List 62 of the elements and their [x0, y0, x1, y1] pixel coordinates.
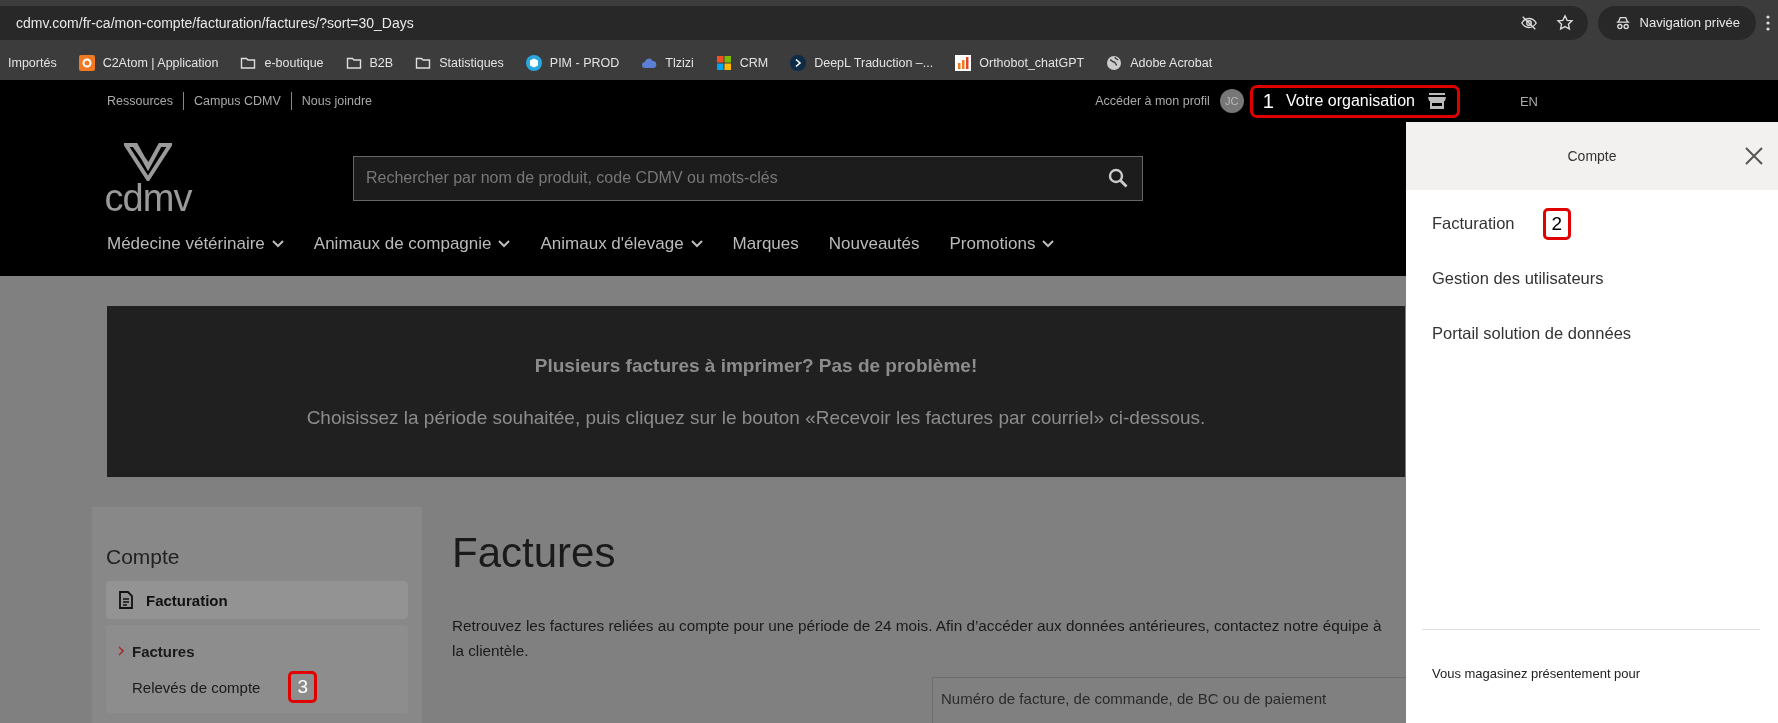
nav-menu-item[interactable]: Animaux d'élevage [540, 234, 703, 254]
drawer-title: Compte [1567, 148, 1617, 164]
url-text: cdmv.com/fr-ca/mon-compte/facturation/factures/?sort=30_Days [16, 14, 415, 31]
annotation-number: 3 [288, 671, 317, 703]
organization-label: Votre organisation [1285, 92, 1415, 110]
utility-link[interactable]: Nous joindre [290, 92, 382, 110]
cube-icon [525, 54, 542, 71]
chevron-down-icon [498, 240, 511, 248]
profile-link[interactable]: Accéder à mon profil [1095, 94, 1210, 108]
private-browsing-button[interactable]: Navigation privée [1597, 5, 1756, 40]
logo-text: cdmv [104, 181, 192, 215]
chart-icon [955, 54, 972, 71]
bookmark[interactable]: C2Atom | Application [78, 54, 219, 71]
store-icon [1426, 92, 1447, 110]
logo-mark-icon [124, 141, 172, 181]
chevron-down-icon [690, 240, 703, 248]
search-field[interactable]: Rechercher par nom de produit, code CDMV ou mots-clés [353, 155, 1143, 201]
address-bar[interactable]: cdmv.com/fr-ca/mon-compte/facturation/factures/?sort=30_Days [0, 5, 1588, 40]
sidebar-section[interactable]: Facturation [106, 581, 408, 619]
bookmark[interactable]: e-boutique [240, 54, 324, 71]
utility-link[interactable]: Campus CDMV [183, 92, 291, 110]
nav-menu-item[interactable]: Animaux de compagnie [313, 234, 511, 254]
banner-title: Plusieurs factures à imprimer? Pas de problème! [534, 354, 978, 377]
nav-menu-item[interactable]: Marques [732, 234, 799, 254]
star-icon[interactable] [1555, 13, 1574, 32]
nav-menu-item[interactable]: Médecine vétérinaire [107, 234, 284, 254]
banner-text: Choisissez la période souhaitée, puis cliquez sur le bouton «Recevoir les factures par courriel» ci-dessous. [306, 406, 1206, 429]
sidebar-item[interactable]: Factures [118, 633, 195, 669]
page-description: Retrouvez les factures reliées au compte pour une période de 24 mois. Afin d’accéder aux données antérieures, contactez notre équipe à la clientèle. [452, 616, 1383, 661]
drawer-menu-item[interactable]: Gestion des utilisateurs [1432, 251, 1604, 306]
annotation-number: 2 [1542, 207, 1572, 240]
annotation-number: 1 [1262, 89, 1274, 113]
page-title: Factures [452, 529, 617, 577]
utility-link[interactable]: Ressources [107, 92, 183, 110]
sidebar-item[interactable]: Relevés de compte [118, 669, 261, 705]
menu-icon[interactable] [1766, 14, 1770, 31]
bookmark[interactable]: Statistiques [415, 54, 504, 71]
bookmark[interactable]: Importés [8, 55, 57, 70]
drawer-menu-item[interactable]: Portail solution de données [1432, 306, 1632, 361]
invoice-icon [118, 591, 134, 609]
language-link[interactable]: EN [1519, 93, 1538, 109]
grid-icon [715, 54, 732, 71]
chevron-icon [790, 54, 807, 71]
app-icon [78, 54, 95, 71]
chevron-right-icon [118, 646, 124, 656]
chevron-down-icon [1042, 240, 1055, 248]
bookmark[interactable]: CRM [715, 54, 769, 71]
sidebar-title: Compte [106, 545, 181, 569]
nav-menu-item[interactable]: Nouveautés [828, 234, 920, 254]
drawer-menu-item[interactable]: Facturation [1432, 196, 1515, 251]
bookmark[interactable]: DeepL Traduction –... [790, 54, 934, 71]
search-icon[interactable] [1107, 166, 1129, 189]
bookmark[interactable]: Orthobot_chatGPT [955, 54, 1085, 71]
globe-icon [1106, 54, 1123, 71]
bookmark[interactable]: B2B [345, 54, 394, 71]
nav-menu-item[interactable]: Promotions [949, 234, 1055, 254]
organization-link[interactable]: 1 Votre organisation [1249, 84, 1460, 118]
bookmark[interactable]: Adobe Acrobat [1106, 54, 1213, 71]
shopping-for-text: Vous magasinez présentement pour [1422, 629, 1760, 723]
chevron-down-icon [271, 240, 284, 248]
bookmark[interactable]: Tlzizi [641, 54, 694, 71]
bookmark[interactable]: PIM - PROD [525, 54, 620, 71]
